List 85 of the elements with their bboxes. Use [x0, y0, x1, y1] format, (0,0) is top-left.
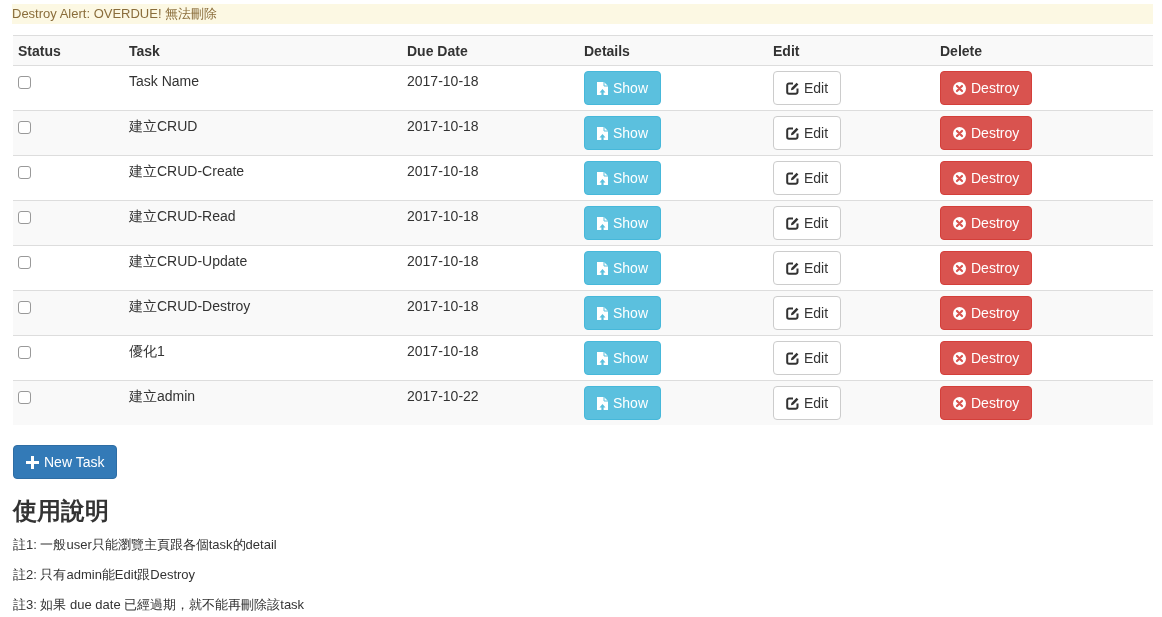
show-button[interactable]: Show [584, 386, 662, 420]
due-date: 2017-10-18 [407, 252, 479, 271]
column-header: Details [584, 42, 630, 59]
edit-icon [786, 126, 799, 140]
plus-icon [26, 455, 39, 469]
remove-circle-icon [953, 171, 966, 185]
show-button[interactable]: Show [584, 71, 662, 105]
show-button[interactable]: Show [584, 206, 662, 240]
file-icon [597, 351, 608, 365]
checkbox[interactable] [18, 346, 31, 359]
due-date: 2017-10-18 [407, 207, 479, 226]
destroy-button[interactable]: Destroy [940, 206, 1033, 240]
task-name: 建立CRUD-Create [129, 162, 245, 181]
column-header: Edit [773, 42, 800, 59]
remove-circle-icon [953, 351, 966, 365]
task-name: 建立admin [129, 387, 196, 406]
column-header: Delete [940, 42, 983, 59]
edit-button[interactable]: Edit [773, 116, 842, 150]
show-button[interactable]: Show [584, 251, 662, 285]
note-text: 註1: 一般user只能瀏覽主頁跟各個task的detail [13, 536, 278, 555]
due-date: 2017-10-18 [407, 297, 479, 316]
edit-button[interactable]: Edit [773, 251, 842, 285]
edit-button[interactable]: Edit [773, 386, 842, 420]
destroy-button[interactable]: Destroy [940, 386, 1033, 420]
checkbox[interactable] [18, 211, 31, 224]
edit-button[interactable]: Edit [773, 341, 842, 375]
edit-button[interactable]: Edit [773, 71, 842, 105]
remove-circle-icon [953, 396, 966, 410]
destroy-button[interactable]: Destroy [940, 296, 1033, 330]
edit-button[interactable]: Edit [773, 206, 842, 240]
show-button[interactable]: Show [584, 341, 662, 375]
task-name: 建立CRUD [129, 117, 198, 136]
edit-button[interactable]: Edit [773, 161, 842, 195]
edit-icon [786, 171, 799, 185]
remove-circle-icon [953, 126, 966, 140]
due-date: 2017-10-18 [407, 117, 479, 136]
due-date: 2017-10-22 [407, 387, 479, 406]
destroy-button[interactable]: Destroy [940, 161, 1033, 195]
new-task-button[interactable]: New Task [13, 445, 118, 479]
file-icon [597, 261, 608, 275]
destroy-button[interactable]: Destroy [940, 341, 1033, 375]
show-button[interactable]: Show [584, 116, 662, 150]
due-date: 2017-10-18 [407, 162, 479, 181]
remove-circle-icon [953, 81, 966, 95]
note-text: 註2: 只有admin能Edit跟Destroy [13, 566, 197, 585]
section-heading: 使用說明 [13, 498, 110, 525]
checkbox[interactable] [18, 391, 31, 404]
file-icon [597, 306, 608, 320]
edit-icon [786, 261, 799, 275]
destroy-button[interactable]: Destroy [940, 116, 1033, 150]
edit-icon [786, 306, 799, 320]
file-icon [597, 171, 608, 185]
column-header: Task [129, 42, 160, 59]
checkbox[interactable] [18, 76, 31, 89]
edit-button[interactable]: Edit [773, 296, 842, 330]
checkbox[interactable] [18, 256, 31, 269]
column-header: Status [18, 42, 61, 59]
note-text: 註3: 如果 due date 已經過期，就不能再刪除該task [13, 596, 306, 615]
task-name: Task Name [129, 72, 200, 91]
task-name: 建立CRUD-Update [129, 252, 248, 271]
destroy-button[interactable]: Destroy [940, 71, 1033, 105]
destroy-button[interactable]: Destroy [940, 251, 1033, 285]
column-header: Due Date [407, 42, 468, 59]
edit-icon [786, 81, 799, 95]
file-icon [597, 396, 608, 410]
checkbox[interactable] [18, 121, 31, 134]
alert-message: Destroy Alert: OVERDUE! 無法刪除 [12, 4, 1153, 24]
file-icon [597, 216, 608, 230]
task-name: 建立CRUD-Read [129, 207, 236, 226]
file-icon [597, 81, 608, 95]
edit-icon [786, 351, 799, 365]
checkbox[interactable] [18, 166, 31, 179]
remove-circle-icon [953, 216, 966, 230]
remove-circle-icon [953, 306, 966, 320]
due-date: 2017-10-18 [407, 342, 479, 361]
checkbox[interactable] [18, 301, 31, 314]
edit-icon [786, 216, 799, 230]
show-button[interactable]: Show [584, 296, 662, 330]
due-date: 2017-10-18 [407, 72, 479, 91]
remove-circle-icon [953, 261, 966, 275]
task-name: 建立CRUD-Destroy [129, 297, 251, 316]
show-button[interactable]: Show [584, 161, 662, 195]
edit-icon [786, 396, 799, 410]
task-name: 優化1 [129, 342, 165, 361]
file-icon [597, 126, 608, 140]
